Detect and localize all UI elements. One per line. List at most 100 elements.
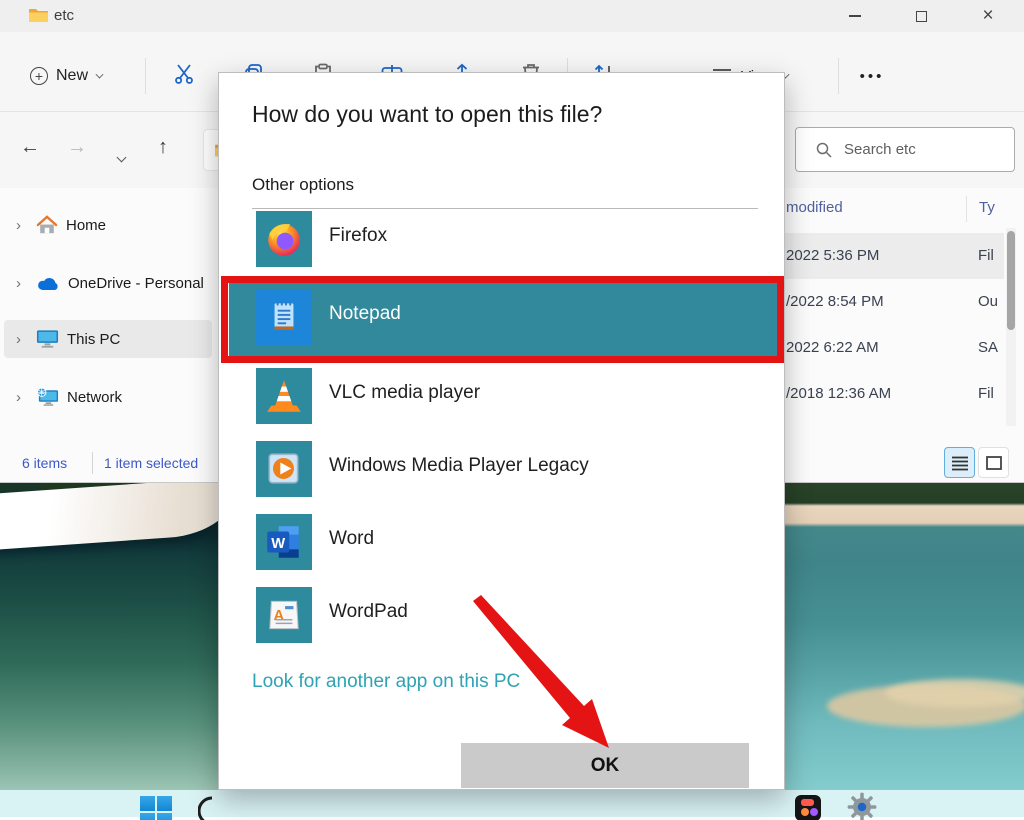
back-button[interactable]: ←: [15, 136, 45, 159]
word-icon: W: [256, 514, 312, 570]
new-button-label: New: [56, 67, 88, 85]
sidebar-item-onedrive[interactable]: › OneDrive - Personal: [4, 264, 212, 302]
up-button[interactable]: ↑: [148, 136, 178, 159]
file-row-type[interactable]: SA: [978, 339, 998, 356]
expand-chevron-icon[interactable]: ›: [16, 275, 28, 292]
toolbar-divider: [145, 58, 146, 94]
app-option-wmp-legacy[interactable]: Windows Media Player Legacy: [219, 441, 786, 501]
search-icon: [816, 142, 832, 158]
app-option-label: Windows Media Player Legacy: [329, 455, 589, 477]
sidebar-item-label: OneDrive - Personal: [68, 275, 204, 292]
file-row-modified[interactable]: 2022 5:36 PM: [786, 247, 879, 264]
open-with-dialog: How do you want to open this file? Other…: [218, 72, 785, 790]
file-row-modified[interactable]: /2018 12:36 AM: [786, 385, 891, 402]
file-row-modified[interactable]: 2022 6:22 AM: [786, 339, 879, 356]
chevron-down-icon: [96, 71, 104, 79]
folder-icon: [28, 7, 49, 24]
app-option-label: VLC media player: [329, 382, 480, 404]
other-options-label: Other options: [252, 175, 354, 195]
search-box[interactable]: [795, 127, 1015, 172]
file-row-type[interactable]: Ou: [978, 293, 998, 310]
app-option-label: Word: [329, 528, 374, 550]
divider: [252, 208, 758, 209]
app-option-vlc[interactable]: VLC media player: [219, 368, 786, 428]
settings-gear-icon[interactable]: [845, 792, 879, 820]
details-view-toggle[interactable]: [978, 447, 1009, 478]
list-view-icon: [951, 455, 969, 471]
cut-button[interactable]: [170, 62, 198, 90]
file-row-type[interactable]: Fil: [978, 247, 994, 264]
windows-logo-pane: [140, 813, 155, 820]
sidebar-item-this-pc[interactable]: › This PC: [4, 320, 212, 358]
sidebar-item-label: This PC: [67, 331, 120, 348]
app-option-label: WordPad: [329, 601, 408, 623]
recent-locations-chevron[interactable]: [106, 144, 136, 167]
status-divider: [92, 452, 93, 474]
expand-chevron-icon[interactable]: ›: [16, 217, 28, 234]
start-button[interactable]: [140, 796, 173, 820]
scrollbar[interactable]: [1006, 228, 1016, 426]
ok-button[interactable]: OK: [461, 743, 749, 788]
home-icon: [36, 215, 58, 235]
app-option-label: Firefox: [329, 225, 387, 247]
file-row-type[interactable]: Fil: [978, 385, 994, 402]
expand-chevron-icon[interactable]: ›: [16, 389, 28, 406]
titlebar: etc ×: [0, 0, 1024, 32]
network-icon: [36, 387, 59, 407]
column-header-type[interactable]: Ty: [979, 199, 995, 216]
app-option-label: Notepad: [329, 303, 401, 325]
figma-shape: [801, 808, 809, 816]
taskbar-app-icon[interactable]: [198, 795, 228, 820]
forward-button[interactable]: →: [62, 136, 92, 159]
wordpad-icon: A: [256, 587, 312, 643]
close-button[interactable]: ×: [965, 0, 1011, 32]
app-option-word[interactable]: W Word: [219, 514, 786, 574]
toolbar-divider: [838, 58, 839, 94]
list-view-toggle[interactable]: [944, 447, 975, 478]
selected-count: 1 item selected: [104, 455, 198, 471]
search-input[interactable]: [844, 141, 984, 158]
windows-logo-pane: [140, 796, 155, 811]
look-for-another-app-link[interactable]: Look for another app on this PC: [252, 671, 520, 693]
minimize-button[interactable]: [832, 0, 878, 32]
snow-bank: [0, 483, 218, 551]
column-divider[interactable]: [966, 196, 967, 222]
file-row-modified[interactable]: /2022 8:54 PM: [786, 293, 884, 310]
svg-text:A: A: [274, 608, 285, 624]
desktop-wallpaper-right: [785, 483, 1024, 790]
vlc-icon: [256, 368, 312, 424]
scrollbar-thumb[interactable]: [1007, 231, 1015, 330]
taskbar: [0, 790, 1024, 817]
figma-shape: [810, 808, 818, 816]
items-count: 6 items: [22, 455, 67, 471]
windows-logo-pane: [157, 813, 172, 820]
windows-logo-pane: [157, 796, 172, 811]
sidebar-item-home[interactable]: › Home: [4, 206, 212, 244]
notepad-icon: [256, 289, 312, 345]
expand-chevron-icon[interactable]: ›: [16, 331, 28, 348]
plus-icon: +: [30, 67, 48, 85]
new-button[interactable]: + New: [18, 56, 124, 96]
figma-icon[interactable]: [795, 795, 821, 820]
reeds: [885, 679, 1024, 707]
maximize-button[interactable]: [898, 0, 944, 32]
column-header-date-modified[interactable]: modified: [786, 199, 843, 216]
minimize-glyph: [849, 15, 861, 17]
this-pc-icon: [36, 329, 59, 349]
sidebar-item-label: Network: [67, 389, 122, 406]
details-view-icon: [986, 456, 1002, 470]
desktop-wallpaper-left: [0, 483, 218, 790]
see-more-button[interactable]: •••: [850, 56, 894, 96]
firefox-icon: [256, 211, 312, 267]
windows-media-player-icon: [256, 441, 312, 497]
app-option-wordpad[interactable]: A WordPad: [219, 587, 786, 647]
onedrive-cloud-icon: [36, 275, 60, 291]
sidebar-item-network[interactable]: › Network: [4, 378, 212, 416]
maximize-glyph: [916, 11, 927, 22]
svg-text:W: W: [271, 536, 285, 552]
dialog-title: How do you want to open this file?: [252, 101, 602, 128]
figma-shape: [801, 799, 814, 806]
app-option-notepad[interactable]: Notepad: [219, 289, 786, 349]
window-title: etc: [54, 7, 74, 24]
app-option-firefox[interactable]: Firefox: [219, 211, 786, 271]
